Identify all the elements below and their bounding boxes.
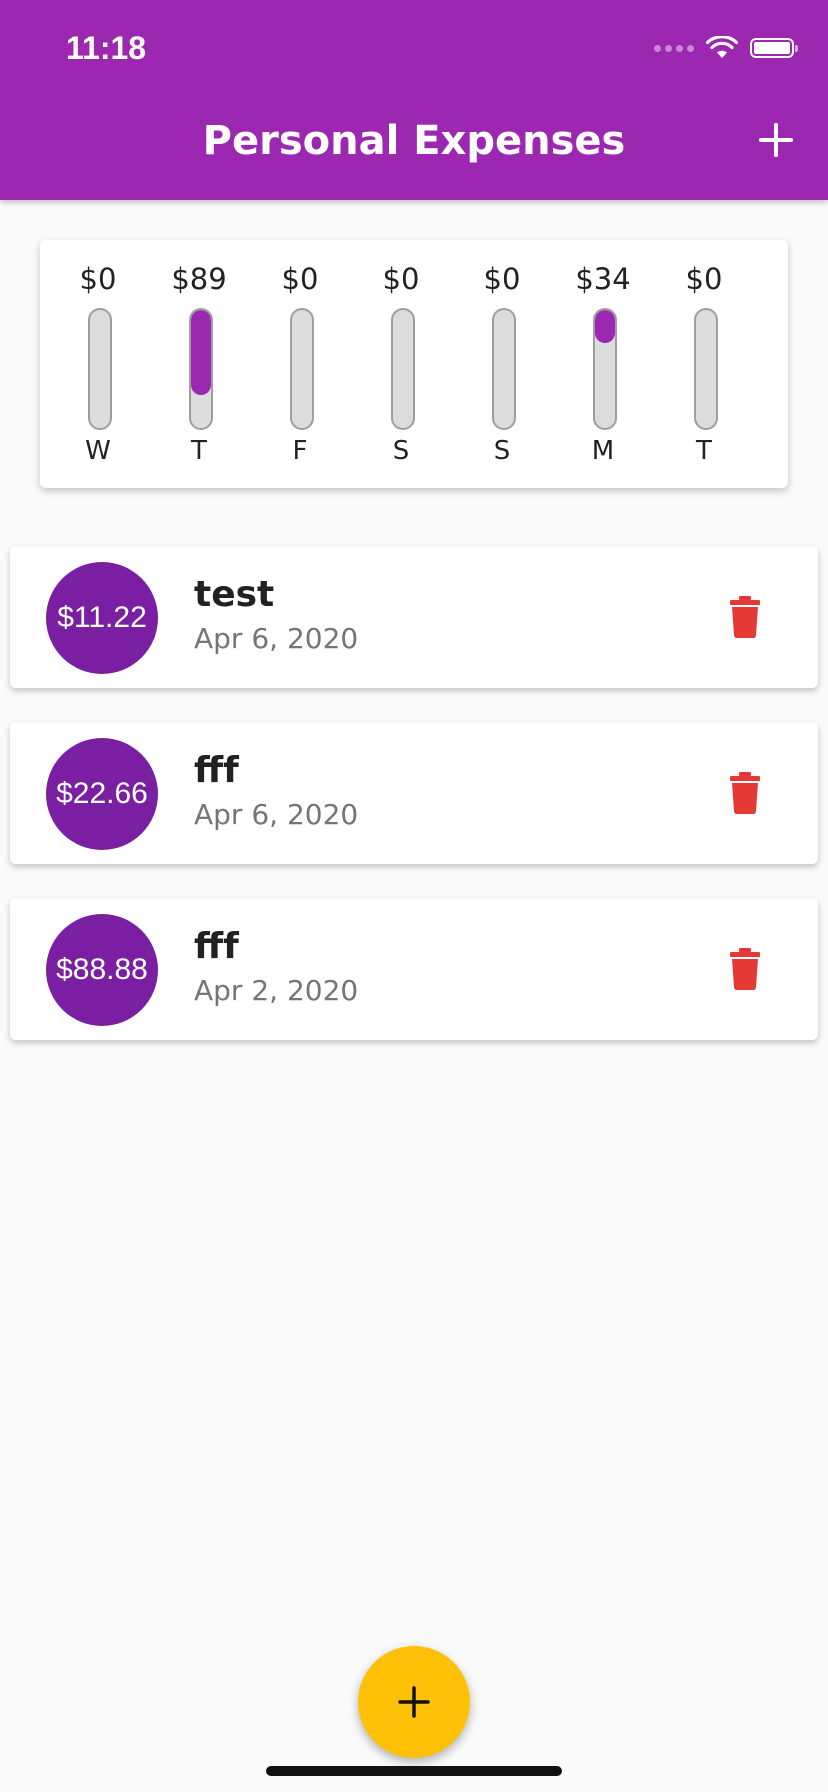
chart-bar-column: $0 T	[659, 240, 749, 488]
chart-bar-column: $0 W	[53, 240, 143, 488]
bar-amount: $89	[171, 262, 227, 296]
bar-amount: $0	[483, 262, 521, 296]
chart-bar-column: $0 F	[255, 240, 345, 488]
trash-icon[interactable]	[730, 596, 760, 638]
bar-track	[290, 308, 314, 430]
battery-icon	[750, 38, 798, 58]
transaction-date: Apr 6, 2020	[194, 798, 359, 831]
chart-bar-column: $34 M	[558, 240, 648, 488]
bar-amount: $0	[79, 262, 117, 296]
bar-day-label: T	[696, 436, 712, 466]
trash-icon[interactable]	[730, 948, 760, 990]
transaction-date: Apr 6, 2020	[194, 622, 359, 655]
bar-amount: $0	[685, 262, 723, 296]
bar-amount: $0	[382, 262, 420, 296]
bar-amount: $34	[575, 262, 631, 296]
bar-day-label: F	[292, 436, 308, 466]
bar-fill	[191, 310, 211, 395]
bar-day-label: W	[85, 436, 111, 466]
bar-track	[391, 308, 415, 430]
chart-bar-column: $0 S	[356, 240, 446, 488]
status-time: 11:18	[66, 30, 147, 66]
signal-icon	[654, 44, 694, 52]
bar-track	[694, 308, 718, 430]
transaction-title: test	[194, 574, 275, 615]
home-indicator	[266, 1766, 562, 1776]
bar-day-label: S	[493, 436, 511, 466]
bar-fill	[595, 310, 615, 343]
weekly-chart: $0 W $89 T $0 F $0 S $0 S $34 M $0 T	[40, 240, 788, 488]
bar-track	[593, 308, 617, 430]
bar-track	[492, 308, 516, 430]
bar-track	[189, 308, 213, 430]
bar-day-label: T	[191, 436, 207, 466]
amount-avatar: $11.22	[46, 562, 158, 674]
bar-day-label: S	[392, 436, 410, 466]
status-indicators	[654, 36, 798, 60]
wifi-icon	[706, 36, 738, 58]
list-item: $22.66 fff Apr 6, 2020	[10, 722, 818, 864]
amount-avatar: $22.66	[46, 738, 158, 850]
trash-icon[interactable]	[730, 772, 760, 814]
plus-icon[interactable]	[754, 118, 798, 162]
add-transaction-button[interactable]	[358, 1646, 470, 1758]
chart-bar-column: $0 S	[457, 240, 547, 488]
list-item: $11.22 test Apr 6, 2020	[10, 546, 818, 688]
bar-day-label: M	[591, 436, 615, 466]
list-item: $88.88 fff Apr 2, 2020	[10, 898, 818, 1040]
plus-icon	[398, 1686, 430, 1718]
transaction-date: Apr 2, 2020	[194, 974, 359, 1007]
transaction-title: fff	[194, 750, 239, 791]
transaction-title: fff	[194, 926, 239, 967]
app-bar: 11:18 Personal Expenses	[0, 0, 828, 200]
chart-bar-column: $89 T	[154, 240, 244, 488]
bar-track	[88, 308, 112, 430]
bar-amount: $0	[281, 262, 319, 296]
amount-avatar: $88.88	[46, 914, 158, 1026]
page-title: Personal Expenses	[202, 118, 626, 164]
